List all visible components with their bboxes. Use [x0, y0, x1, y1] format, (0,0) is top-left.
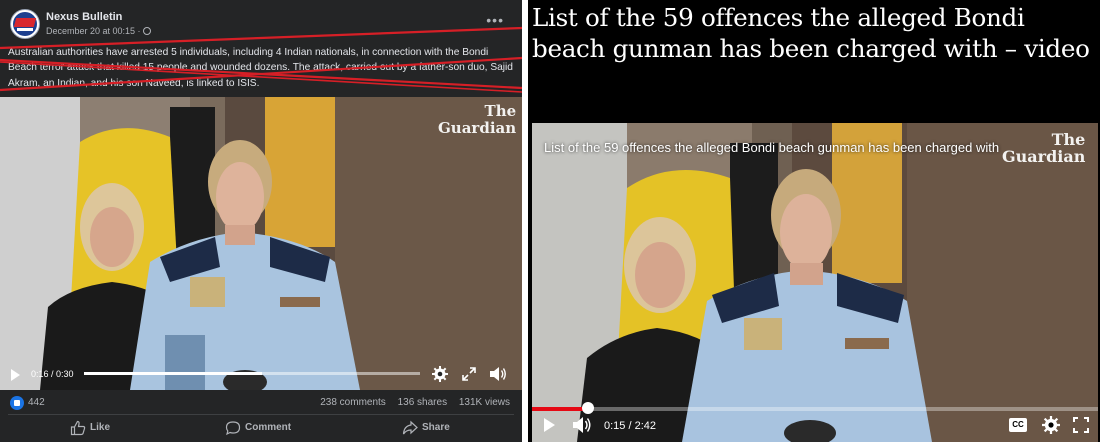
post-video[interactable]: The Guardian — [0, 97, 522, 390]
post-stats: 442 238 comments 136 shares 131K views — [0, 392, 522, 414]
volume-icon[interactable] — [489, 366, 507, 382]
guardian-watermark: The Guardian — [438, 103, 516, 137]
reaction-count[interactable]: 442 — [28, 397, 45, 408]
share-arrow-icon — [402, 420, 418, 435]
shares-count[interactable]: 136 shares — [398, 397, 447, 408]
video-progress-bar[interactable] — [84, 372, 420, 375]
video-frame — [0, 97, 522, 390]
settings-gear-icon[interactable] — [432, 366, 448, 382]
video-progress-fill — [84, 372, 263, 375]
post-body-text: Australian authorities have arrested 5 i… — [8, 47, 513, 89]
expand-icon[interactable] — [462, 367, 476, 381]
like-label: Like — [90, 422, 111, 433]
share-label: Share — [422, 422, 450, 433]
watermark-line-1: The — [484, 102, 517, 120]
like-button[interactable]: Like — [70, 419, 130, 437]
guardian-article: List of the 59 offences the alleged Bond… — [528, 0, 1100, 442]
video-controls: 0:16 / 0:30 — [0, 360, 522, 390]
video-time: 0:15 / 2:42 — [604, 420, 656, 432]
video-frame — [532, 123, 1098, 442]
video-time: 0:16 / 0:30 — [31, 369, 74, 379]
facebook-post: Nexus Bulletin December 20 at 00:15 · ••… — [0, 0, 522, 442]
thumbs-up-icon — [70, 420, 86, 436]
guardian-watermark: The Guardian — [1002, 131, 1085, 165]
settings-gear-icon[interactable] — [1042, 416, 1060, 434]
like-reaction-icon — [10, 396, 24, 410]
comment-label: Comment — [245, 422, 292, 433]
comment-button[interactable]: Comment — [225, 419, 305, 437]
share-button[interactable]: Share — [402, 419, 462, 437]
post-actions: Like Comment Share — [0, 416, 522, 440]
closed-captions-button[interactable]: CC — [1009, 418, 1027, 432]
globe-icon — [142, 27, 151, 35]
progress-scrubber-handle[interactable] — [582, 402, 594, 414]
comments-count[interactable]: 238 comments — [320, 397, 386, 408]
video-progress-bar[interactable] — [532, 407, 1098, 411]
page-avatar[interactable] — [10, 9, 40, 39]
views-count: 131K views — [458, 397, 510, 408]
post-timestamp-text: December 20 at 00:15 · — [46, 26, 141, 36]
page-name[interactable]: Nexus Bulletin — [46, 11, 122, 23]
volume-icon[interactable] — [572, 416, 592, 434]
watermark-line-2: Guardian — [438, 119, 517, 137]
more-options-icon[interactable]: ••• — [486, 12, 504, 28]
avatar-logo-mark — [13, 18, 37, 27]
video-caption-title: List of the 59 offences the alleged Bond… — [544, 140, 1000, 155]
post-timestamp[interactable]: December 20 at 00:15 · — [46, 26, 151, 36]
article-video[interactable]: The Guardian — [532, 123, 1098, 442]
avatar-logo-bar — [17, 28, 33, 31]
comment-bubble-icon — [225, 421, 241, 436]
divider — [8, 414, 514, 415]
article-headline: List of the 59 offences the alleged Bond… — [532, 3, 1090, 63]
video-progress-fill — [532, 407, 589, 411]
engagement-counts: 238 comments 136 shares 131K views — [311, 397, 510, 408]
watermark-line-2: Guardian — [1002, 147, 1086, 166]
fullscreen-icon[interactable] — [1073, 417, 1089, 433]
watermark-line-1: The — [1051, 130, 1086, 149]
post-header: Nexus Bulletin December 20 at 00:15 · ••… — [0, 0, 522, 44]
play-icon[interactable] — [544, 418, 555, 432]
play-icon[interactable] — [11, 369, 20, 381]
